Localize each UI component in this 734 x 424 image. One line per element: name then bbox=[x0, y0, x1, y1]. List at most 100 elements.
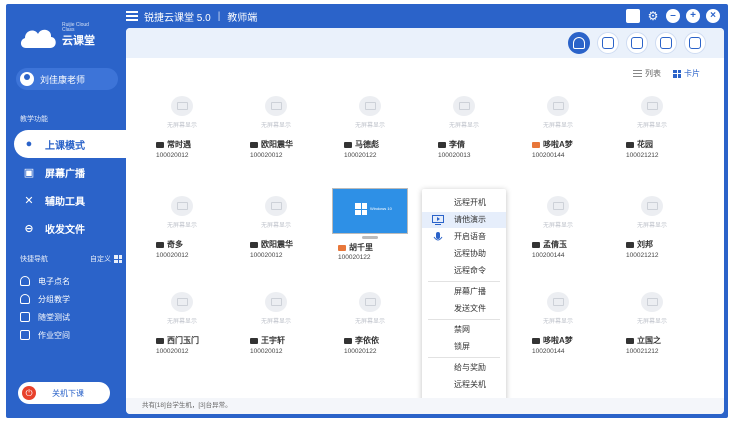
student-name: 立国之 bbox=[626, 335, 661, 346]
quick-nav-item-3[interactable]: 作业空间 bbox=[20, 326, 70, 344]
student-card[interactable]: 无屏幕显示 欧阳震华 100020012 bbox=[236, 196, 316, 268]
context-menu-item-8[interactable]: 锁屏 bbox=[422, 339, 506, 355]
context-menu-item-10[interactable]: 远程关机 bbox=[422, 377, 506, 393]
student-card[interactable]: 无屏幕显示 李倩 100020013 bbox=[424, 96, 504, 168]
sidebar-item-3[interactable]: ⊖ 收发文件 bbox=[6, 214, 128, 242]
monitor-icon bbox=[453, 96, 475, 116]
tools-icon: ✕ bbox=[24, 194, 34, 207]
student-card[interactable]: 无屏幕显示 西门玉门 100020012 bbox=[142, 292, 222, 364]
student-card[interactable]: 无屏幕显示 刘邦 100021212 bbox=[612, 196, 692, 268]
context-menu-label: 请他演示 bbox=[454, 215, 486, 224]
file-exchange-icon: ⊖ bbox=[24, 222, 34, 235]
student-card[interactable]: 无屏幕显示 立国之 100021212 bbox=[612, 292, 692, 364]
student-card[interactable]: 无屏幕显示 欧阳震华 100020012 bbox=[236, 96, 316, 168]
context-menu-label: 远程开机 bbox=[454, 198, 486, 207]
student-id: 100200144 bbox=[532, 152, 565, 159]
quick-nav-item-2[interactable]: 随堂测试 bbox=[20, 308, 70, 326]
quick-nav-label: 随堂测试 bbox=[38, 312, 70, 322]
mic-icon[interactable] bbox=[684, 32, 706, 54]
hand-icon[interactable] bbox=[655, 32, 677, 54]
cloud-icon[interactable] bbox=[626, 32, 648, 54]
student-name: 李依依 bbox=[344, 335, 379, 346]
computer-status-icon bbox=[532, 141, 540, 148]
close-icon[interactable]: × bbox=[706, 9, 720, 23]
screenshot-icon[interactable] bbox=[597, 32, 619, 54]
no-screen-label: 无屏幕显示 bbox=[636, 123, 667, 129]
user-badge[interactable]: 刘佳康老师 bbox=[16, 68, 118, 90]
student-card[interactable]: 无屏幕显示 常时遇 100020012 bbox=[142, 96, 222, 168]
student-id: 100200144 bbox=[532, 348, 565, 355]
quick-nav-title: 快捷导航 bbox=[20, 256, 48, 263]
student-id: 100021212 bbox=[626, 348, 659, 355]
no-screen-label: 无屏幕显示 bbox=[542, 123, 573, 129]
context-menu-item-5[interactable]: 屏幕广播 bbox=[422, 284, 506, 300]
context-menu-label: 远程协助 bbox=[454, 249, 486, 258]
quick-nav-label: 作业空间 bbox=[38, 330, 70, 340]
maximize-icon[interactable]: + bbox=[686, 9, 700, 23]
no-screen-label: 无屏幕显示 bbox=[542, 223, 573, 229]
menu-icon[interactable] bbox=[126, 11, 138, 21]
windows-text: Windows 10 bbox=[370, 206, 392, 211]
context-menu-label: 禁网 bbox=[454, 325, 470, 334]
no-screen-label: 无屏幕显示 bbox=[260, 223, 291, 229]
sidebar-item-0[interactable]: ● 上课模式 bbox=[14, 130, 128, 158]
grid-icon bbox=[114, 255, 122, 263]
context-menu-item-1[interactable]: 请他演示 bbox=[422, 212, 506, 228]
monitor-icon bbox=[265, 96, 287, 116]
context-menu-item-7[interactable]: 禁网 bbox=[422, 322, 506, 338]
student-card[interactable]: Windows 10 胡千里 100020122 bbox=[332, 188, 408, 261]
shutdown-button[interactable]: ⏻ 关机下课 bbox=[18, 382, 110, 404]
student-screen[interactable]: Windows 10 bbox=[332, 188, 408, 234]
student-card[interactable]: 无屏幕显示 奇多 100020012 bbox=[142, 196, 222, 268]
power-icon: ⏻ bbox=[22, 386, 36, 400]
monitor-icon bbox=[641, 96, 663, 116]
context-menu-item-0[interactable]: 远程开机 bbox=[422, 195, 506, 211]
no-screen-label: 无屏幕显示 bbox=[542, 319, 573, 325]
student-card[interactable]: 无屏幕显示 花园 100021212 bbox=[612, 96, 692, 168]
list-view-label: 列表 bbox=[645, 69, 661, 78]
minimize-icon[interactable]: – bbox=[666, 9, 680, 23]
computer-status-icon bbox=[344, 141, 352, 148]
student-card[interactable]: 无屏幕显示 马德彪 100020122 bbox=[330, 96, 410, 168]
context-menu-item-3[interactable]: 远程协助 bbox=[422, 246, 506, 262]
student-card[interactable]: 无屏幕显示 孟倩玉 100200144 bbox=[518, 196, 598, 268]
quick-nav-item-1[interactable]: 分组教学 bbox=[20, 290, 70, 308]
student-card[interactable]: 无屏幕显示 李依依 100020122 bbox=[330, 292, 410, 364]
screen-stand bbox=[362, 236, 378, 239]
student-name: 刘邦 bbox=[626, 239, 653, 250]
context-menu-label: 远程命令 bbox=[454, 266, 486, 275]
no-screen-label: 无屏幕显示 bbox=[166, 123, 197, 129]
context-menu-item-9[interactable]: 给与奖励 bbox=[422, 360, 506, 376]
context-menu-item-4[interactable]: 远程命令 bbox=[422, 263, 506, 279]
no-screen-label: 无屏幕显示 bbox=[636, 223, 667, 229]
list-view-button[interactable]: 列表 bbox=[633, 68, 661, 79]
student-card[interactable]: 无屏幕显示 哆啦A梦 100200144 bbox=[518, 96, 598, 168]
student-name: 欧阳震华 bbox=[250, 239, 293, 250]
no-screen-label: 无屏幕显示 bbox=[166, 223, 197, 229]
group-icon bbox=[20, 294, 30, 304]
quick-nav-item-0[interactable]: 电子点名 bbox=[20, 272, 70, 290]
student-id: 100021212 bbox=[626, 152, 659, 159]
view-switch: 列表 卡片 bbox=[633, 68, 700, 79]
no-screen-label: 无屏幕显示 bbox=[354, 319, 385, 325]
quick-nav-custom-label: 自定义 bbox=[90, 256, 111, 263]
computer-status-icon bbox=[438, 141, 446, 148]
toolbox-icon[interactable] bbox=[626, 9, 640, 23]
quick-nav-custom-button[interactable]: 自定义 bbox=[90, 254, 122, 264]
computer-status-icon bbox=[250, 241, 258, 248]
student-card[interactable]: 无屏幕显示 王宇轩 100020012 bbox=[236, 292, 316, 364]
monitor-icon bbox=[171, 96, 193, 116]
wifi-icon[interactable] bbox=[568, 32, 590, 54]
monitor-icon bbox=[547, 196, 569, 216]
context-menu-item-6[interactable]: 发送文件 bbox=[422, 301, 506, 317]
sidebar-item-2[interactable]: ✕ 辅助工具 bbox=[6, 186, 128, 214]
computer-status-icon bbox=[626, 141, 634, 148]
gear-icon[interactable]: ⚙ bbox=[646, 9, 660, 23]
context-menu-item-2[interactable]: 开启语音 bbox=[422, 229, 506, 245]
sidebar-item-1[interactable]: ▣ 屏幕广播 bbox=[6, 158, 128, 186]
student-card[interactable]: 无屏幕显示 哆啦A梦 100200144 bbox=[518, 292, 598, 364]
app-title: 锐捷云课堂 5.0 bbox=[144, 12, 211, 24]
context-menu-label: 远程关机 bbox=[454, 380, 486, 389]
student-name: 马德彪 bbox=[344, 139, 379, 150]
card-view-button[interactable]: 卡片 bbox=[673, 68, 700, 79]
